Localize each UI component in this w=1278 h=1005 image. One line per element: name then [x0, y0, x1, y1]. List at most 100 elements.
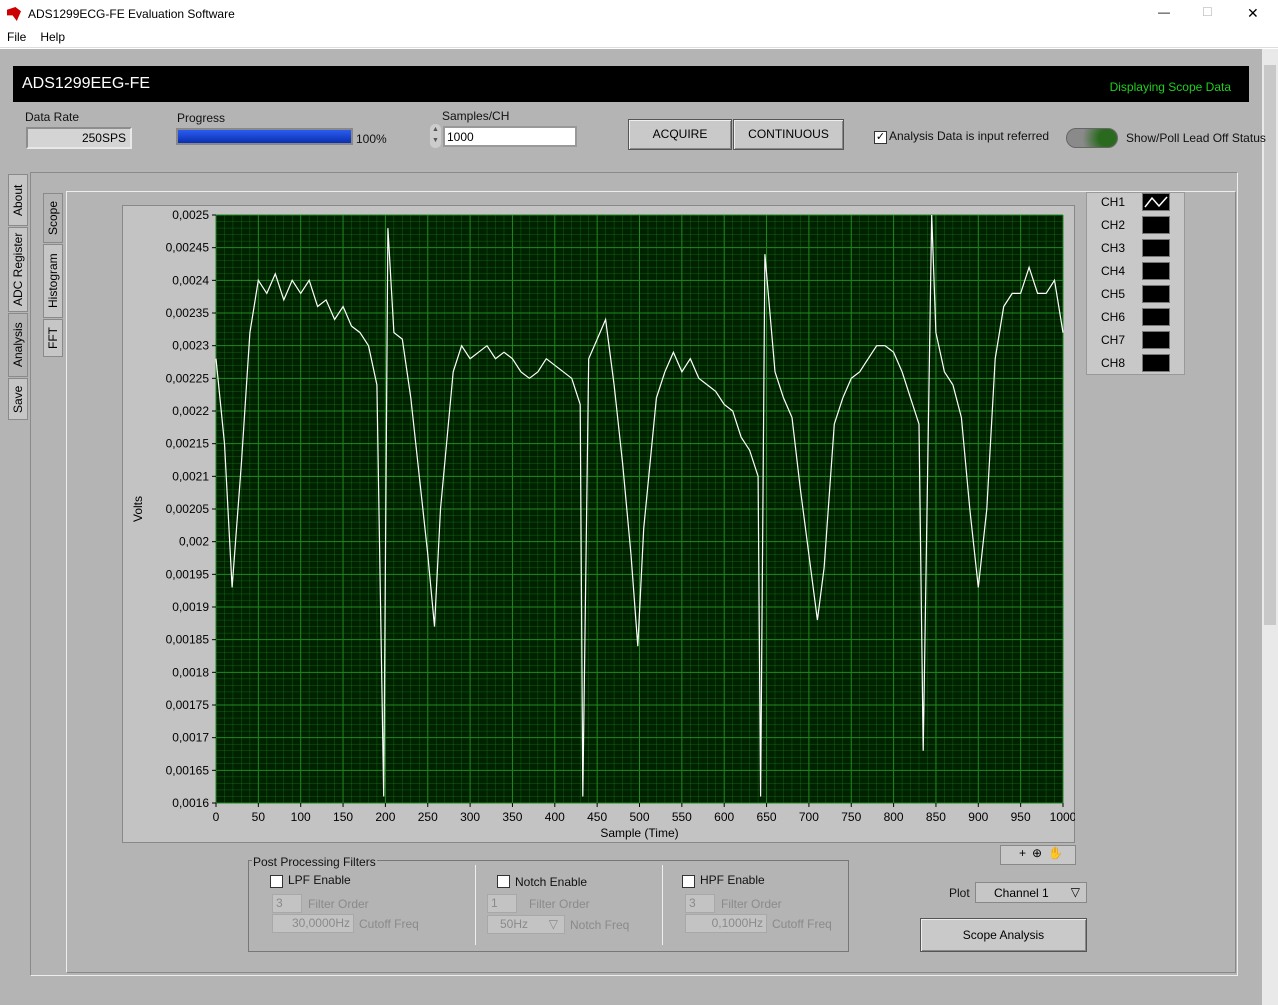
x-tick-label: 100: [291, 810, 311, 824]
y-tick-label: 0,002: [179, 535, 209, 549]
pan-tool-icon[interactable]: ✋: [1048, 846, 1069, 860]
title-bar: ADS1299ECG-FE Evaluation Software — ☐ ✕: [0, 0, 1278, 28]
channel-label-6: CH6: [1101, 310, 1126, 324]
minimize-button[interactable]: —: [1158, 5, 1170, 19]
lpf-enable-checkbox[interactable]: [270, 875, 283, 888]
lead-off-label: Show/Poll Lead Off Status: [1126, 131, 1266, 145]
x-tick-label: 250: [418, 810, 438, 824]
x-tick-label: 0: [213, 810, 220, 824]
analysis-checkbox[interactable]: ✓: [874, 131, 887, 144]
scope-analysis-button[interactable]: Scope Analysis: [920, 918, 1087, 952]
x-tick-label: 700: [799, 810, 819, 824]
y-tick-label: 0,0022: [172, 404, 209, 418]
progress-bar: [176, 128, 353, 145]
window-title: ADS1299ECG-FE Evaluation Software: [28, 7, 235, 21]
x-axis-label: Sample (Time): [600, 826, 678, 840]
y-tick-label: 0,0021: [172, 469, 209, 483]
x-tick-label: 450: [587, 810, 607, 824]
progress-label: Progress: [177, 111, 226, 125]
samples-stepper[interactable]: ▲ ▼: [430, 124, 441, 148]
acquire-button[interactable]: ACQUIRE: [628, 119, 732, 150]
notch-enable-label: Notch Enable: [515, 875, 588, 889]
channel-plot-swatch-7[interactable]: [1142, 331, 1170, 349]
menu-help[interactable]: Help: [33, 28, 72, 46]
y-tick-label: 0,0017: [172, 731, 209, 745]
y-tick-label: 0,00175: [166, 698, 210, 712]
y-tick-label: 0,0023: [172, 339, 209, 353]
samples-label: Samples/CH: [442, 109, 510, 123]
x-tick-label: 650: [757, 810, 777, 824]
scope-chart: 0 50 100 150 200 250 300 350 400 450 500 550 600 650 7…: [131, 208, 1075, 840]
plot-dropdown[interactable]: Channel 1 ▽: [975, 882, 1087, 903]
x-tick-label: 300: [460, 810, 480, 824]
x-tick-label: 400: [545, 810, 565, 824]
hpf-cutoff-field[interactable]: 0,1000Hz: [685, 914, 767, 933]
channel-plot-swatch-2[interactable]: [1142, 216, 1170, 234]
x-tick-label: 500: [629, 810, 649, 824]
cursor-tool-icon[interactable]: +: [1019, 846, 1032, 860]
menu-file[interactable]: File: [0, 28, 33, 46]
lead-off-toggle[interactable]: [1066, 128, 1118, 148]
tab-histogram[interactable]: Histogram: [43, 244, 63, 318]
maximize-button[interactable]: ☐: [1202, 5, 1213, 19]
tab-adc-register[interactable]: ADC Register: [8, 227, 28, 312]
status-text: Displaying Scope Data: [1109, 80, 1231, 94]
channel-label-7: CH7: [1101, 333, 1126, 347]
channel-plot-swatch-5[interactable]: [1142, 285, 1170, 303]
channel-label-5: CH5: [1101, 287, 1126, 301]
channel-plot-swatch-8[interactable]: [1142, 354, 1170, 372]
channel-label-4: CH4: [1101, 264, 1126, 278]
lpf-cutoff-field[interactable]: 30,0000Hz: [272, 914, 354, 933]
lpf-order-field[interactable]: 3: [272, 894, 302, 913]
continuous-button[interactable]: CONTINUOUS: [733, 119, 844, 150]
notch-order-field[interactable]: 1: [487, 894, 517, 913]
x-tick-label: 550: [672, 810, 692, 824]
channel-label-2: CH2: [1101, 218, 1126, 232]
tab-analysis[interactable]: Analysis: [8, 313, 28, 377]
samples-input[interactable]: [443, 126, 577, 147]
progress-text: 100%: [356, 132, 387, 146]
hpf-order-field[interactable]: 3: [685, 894, 715, 913]
data-rate-label: Data Rate: [25, 110, 80, 124]
channel-plot-swatch-3[interactable]: [1142, 239, 1170, 257]
tab-about[interactable]: About: [8, 174, 28, 226]
x-tick-label: 600: [714, 810, 734, 824]
chevron-down-icon: ▽: [548, 917, 558, 931]
channel-label-3: CH3: [1101, 241, 1126, 255]
channel-plot-swatch-4[interactable]: [1142, 262, 1170, 280]
x-tick-label: 200: [375, 810, 395, 824]
y-tick-label: 0,00225: [166, 371, 210, 385]
y-tick-label: 0,00245: [166, 241, 210, 255]
y-tick-label: 0,00235: [166, 306, 210, 320]
x-tick-label: 900: [968, 810, 988, 824]
y-tick-label: 0,0018: [172, 665, 209, 679]
x-tick-label: 350: [502, 810, 522, 824]
hpf-enable-checkbox[interactable]: [682, 875, 695, 888]
plot-dropdown-value: Channel 1: [994, 886, 1049, 900]
y-tick-label: 0,0019: [172, 600, 209, 614]
tab-fft[interactable]: FFT: [43, 319, 63, 357]
x-tick-label: 1000: [1050, 810, 1075, 824]
close-button[interactable]: ✕: [1247, 5, 1259, 22]
menu-bar: File Help: [0, 28, 1278, 48]
notch-freq-dropdown[interactable]: 50Hz ▽: [487, 915, 565, 934]
channel-plot-swatch-6[interactable]: [1142, 308, 1170, 326]
notch-order-label: Filter Order: [529, 897, 590, 911]
tab-scope[interactable]: Scope: [43, 193, 63, 243]
zoom-tool-icon[interactable]: ⊕: [1032, 846, 1048, 860]
data-rate-indicator: 250SPS: [26, 127, 132, 149]
hpf-cutoff-label: Cutoff Freq: [772, 917, 832, 931]
channel-plot-swatch-1[interactable]: [1142, 193, 1170, 211]
notch-freq-label: Notch Freq: [570, 918, 630, 932]
notch-enable-checkbox[interactable]: [497, 875, 510, 888]
x-tick-label: 750: [841, 810, 861, 824]
hpf-enable-label: HPF Enable: [700, 873, 765, 887]
y-tick-label: 0,0024: [172, 273, 209, 287]
lpf-enable-label: LPF Enable: [288, 873, 351, 887]
vertical-scrollbar[interactable]: [1262, 49, 1278, 1005]
y-tick-label: 0,00205: [166, 502, 210, 516]
x-tick-label: 850: [926, 810, 946, 824]
y-tick-label: 0,00185: [166, 633, 210, 647]
header-bar: ADS1299EEG-FE Displaying Scope Data: [13, 66, 1249, 102]
tab-save[interactable]: Save: [8, 378, 28, 420]
